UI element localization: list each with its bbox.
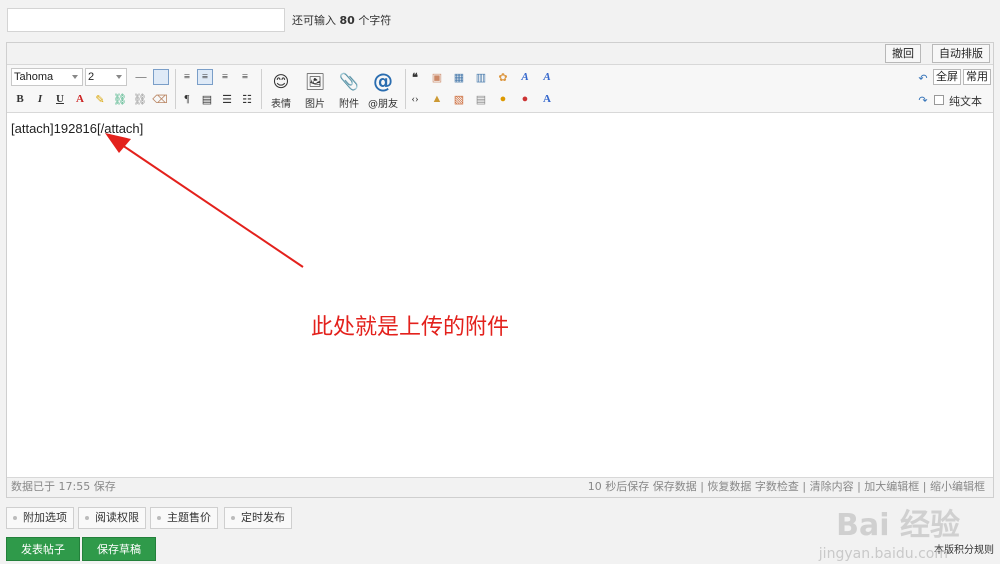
bullet-icon [13, 516, 17, 520]
option-label: 阅读权限 [95, 511, 139, 524]
unordered-list-icon[interactable]: ☷ [239, 91, 255, 107]
watermark-logo: Bai 经验 [836, 508, 960, 543]
char-count-hint: 还可输入 80 个字符 [292, 12, 391, 28]
italic-icon[interactable]: I [32, 91, 48, 107]
float-icon[interactable]: ▤ [199, 91, 215, 107]
at-icon: @ [373, 69, 393, 93]
option-label: 附加选项 [23, 511, 67, 524]
editor-status-bar: 数据已于 17:55 保存 10 秒后保存 保存数据 | 恢复数据 字数检查 |… [7, 477, 993, 497]
char-hint-prefix: 还可输入 [292, 14, 336, 27]
align-left-icon[interactable]: ≡ [179, 69, 195, 85]
option-additional[interactable]: 附加选项 [6, 507, 74, 529]
bullet-icon [157, 516, 161, 520]
plaintext-label: 纯文本 [949, 95, 982, 108]
attach-button[interactable]: 📎 附件 [333, 69, 365, 111]
toolbar-divider [405, 69, 406, 109]
font-size-value: 2 [88, 71, 95, 83]
friend-label: @朋友 [368, 99, 398, 110]
plaintext-checkbox[interactable] [934, 95, 944, 105]
toolbar-divider [261, 69, 262, 109]
font-a-icon[interactable]: A [517, 69, 533, 85]
horizontal-rule-icon[interactable]: — [133, 69, 149, 85]
password-icon[interactable]: ✿ [495, 69, 511, 85]
align-center-icon[interactable]: ≡ [197, 69, 213, 85]
clear-format-icon[interactable]: ⌫ [152, 91, 168, 107]
undo-button[interactable]: 撤回 [885, 44, 921, 63]
editor-content[interactable]: [attach]192816[/attach] 此处就是上传的附件 [7, 115, 993, 477]
code-icon[interactable]: ‹› [407, 91, 423, 107]
mention-friend-button[interactable]: @ @朋友 [365, 69, 401, 110]
underline-icon[interactable]: U [52, 91, 68, 107]
option-read-permission[interactable]: 阅读权限 [78, 507, 146, 529]
link-icon[interactable]: ⛓ [112, 91, 128, 107]
picture-icon: 🖼 [304, 71, 326, 91]
annotation-arrow [105, 133, 304, 268]
fullscreen-button[interactable]: 全屏 [933, 69, 961, 85]
unlink-icon[interactable]: ⛓ [132, 91, 148, 107]
paperclip-icon: 📎 [339, 71, 359, 91]
attach-label: 附件 [339, 99, 359, 110]
toolbar-divider [175, 69, 176, 109]
table-icon[interactable] [153, 69, 169, 85]
post-thread-button[interactable]: 发表帖子 [6, 537, 80, 561]
font-family-value: Tahoma [14, 71, 54, 83]
image-label: 图片 [305, 99, 325, 110]
rich-text-editor: 撤回 自动排版 Tahoma 2 — B I U A ✎ ⛓ ⛓ ⌫ ≡ ≡ ≡… [6, 42, 994, 498]
autosave-status: 数据已于 17:55 保存 [11, 480, 116, 493]
option-label: 主题售价 [167, 511, 211, 524]
subscript-icon[interactable]: A [539, 91, 555, 107]
superscript-icon[interactable]: A [539, 69, 555, 85]
paragraph-icon[interactable]: ¶ [179, 91, 195, 107]
smiley-icon: 😊 [272, 71, 290, 91]
font-color-icon[interactable]: A [72, 91, 88, 107]
free-icon[interactable]: ▣ [429, 69, 445, 85]
bullet-icon [231, 516, 235, 520]
qq-icon[interactable]: ● [517, 91, 533, 107]
autoformat-button[interactable]: 自动排版 [932, 44, 990, 63]
bold-icon[interactable]: B [12, 91, 28, 107]
justify-icon[interactable]: ≡ [237, 69, 253, 85]
emoji-label: 表情 [271, 99, 291, 110]
watermark-url: jingyan.baidu.com [818, 546, 948, 562]
status-links[interactable]: 10 秒后保存 保存数据 | 恢复数据 字数检查 | 清除内容 | 加大编辑框 … [588, 478, 985, 496]
common-button[interactable]: 常用 [963, 69, 991, 85]
hide-icon[interactable]: ▦ [451, 69, 467, 85]
page-icon[interactable]: ▤ [473, 91, 489, 107]
bullet-icon [85, 516, 89, 520]
index-icon[interactable]: ▥ [473, 69, 489, 85]
lock-icon[interactable]: ▲ [429, 91, 445, 107]
char-hint-suffix: 个字符 [358, 14, 392, 27]
undo-arrow-icon[interactable]: ↶ [915, 70, 931, 86]
highlight-icon[interactable]: ✎ [92, 91, 108, 107]
redo-arrow-icon[interactable]: ↷ [915, 92, 931, 108]
annotation-text: 此处就是上传的附件 [311, 315, 510, 340]
font-family-select[interactable]: Tahoma [11, 68, 83, 86]
quote-icon[interactable]: ❝ [407, 69, 423, 85]
option-scheduled-post[interactable]: 定时发布 [224, 507, 292, 529]
tag-icon[interactable]: ● [495, 91, 511, 107]
ordered-list-icon[interactable]: ☰ [219, 91, 235, 107]
editor-toolbar: Tahoma 2 — B I U A ✎ ⛓ ⛓ ⌫ ≡ ≡ ≡ ≡ ¶ ▤ ☰… [7, 65, 993, 113]
subject-input[interactable] [7, 8, 285, 32]
image-button[interactable]: 🖼 图片 [299, 69, 331, 111]
emoji-button[interactable]: 😊 表情 [265, 69, 297, 111]
editor-topbar: 撤回 自动排版 [7, 43, 993, 65]
font-size-select[interactable]: 2 [85, 68, 127, 86]
save-draft-button[interactable]: 保存草稿 [82, 537, 156, 561]
char-hint-count: 80 [339, 14, 355, 27]
media-icon[interactable]: ▧ [451, 91, 467, 107]
align-right-icon[interactable]: ≡ [217, 69, 233, 85]
option-label: 定时发布 [241, 511, 285, 524]
option-thread-price[interactable]: 主题售价 [150, 507, 218, 529]
